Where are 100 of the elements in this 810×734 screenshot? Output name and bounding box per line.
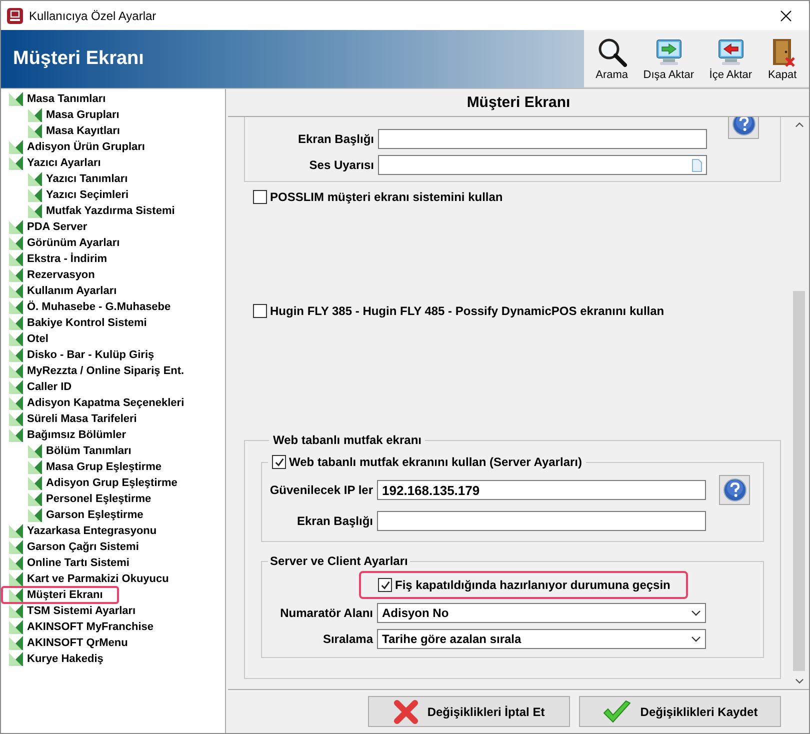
tree-item[interactable]: PDA Server	[1, 219, 221, 235]
triangle-icon	[9, 156, 23, 170]
field-label: Numaratör Alanı	[279, 606, 374, 620]
triangle-icon	[9, 428, 23, 442]
dropdown[interactable]: Tarihe göre azalan sırala	[377, 629, 706, 649]
triangle-icon	[9, 284, 23, 298]
tree-item[interactable]: Adisyon Grup Eşleştirme	[1, 475, 221, 491]
triangle-icon	[9, 556, 23, 570]
triangle-icon	[28, 204, 42, 218]
tree-item[interactable]: Masa Grupları	[1, 107, 221, 123]
tree-item[interactable]: Kullanım Ayarları	[1, 283, 221, 299]
triangle-icon	[9, 652, 23, 666]
tree-item[interactable]: Caller ID	[1, 379, 221, 395]
tree-item[interactable]: Ö. Muhasebe - G.Muhasebe	[1, 299, 221, 315]
triangle-icon	[9, 252, 23, 266]
triangle-icon	[9, 524, 23, 538]
window-title: Kullanıcıya Özel Ayarlar	[29, 8, 158, 22]
triangle-icon	[28, 124, 42, 138]
cross-icon	[393, 698, 420, 724]
cancel-button[interactable]: Değişiklikleri İptal Et	[368, 696, 570, 727]
help-button[interactable]	[719, 475, 750, 505]
app-icon	[7, 8, 23, 24]
toolbar-button[interactable]: İçe Aktar	[707, 34, 754, 82]
tree-item[interactable]: Rezervasyon	[1, 267, 221, 283]
triangle-icon	[9, 604, 23, 618]
monitor-arrow-icon	[716, 36, 746, 66]
tree-item[interactable]: Yazıcı Seçimleri	[1, 187, 221, 203]
tree-item[interactable]: Masa Kayıtları	[1, 123, 221, 139]
chevron-up-icon[interactable]	[794, 122, 804, 128]
tree-item[interactable]: Personel Eşleştirme	[1, 491, 221, 507]
tree-item[interactable]: Masa Tanımları	[1, 91, 221, 107]
tree-item[interactable]: AKINSOFT QrMenu	[1, 635, 221, 651]
triangle-icon	[28, 508, 42, 522]
tree-item[interactable]: Görünüm Ayarları	[1, 235, 221, 251]
tree-item[interactable]: Garson Eşleştirme	[1, 507, 221, 523]
field-label: Güvenilecek IP ler	[268, 483, 374, 497]
checkbox[interactable]	[378, 578, 392, 592]
input-field[interactable]: 192.168.135.179	[377, 480, 706, 500]
tree-item[interactable]: Kart ve Parmakizi Okuyucu	[1, 571, 221, 587]
chevron-down-icon	[691, 610, 701, 616]
chevron-down-icon[interactable]	[794, 678, 804, 684]
search-icon	[596, 36, 627, 66]
triangle-icon	[28, 188, 42, 202]
tree-item[interactable]: Garson Çağrı Sistemi	[1, 539, 221, 555]
toolbar-button[interactable]: Dışa Aktar	[641, 34, 696, 82]
tree-item[interactable]: Yazıcı Tanımları	[1, 171, 221, 187]
help-button[interactable]	[728, 117, 759, 139]
tree-item[interactable]: Otel	[1, 331, 221, 347]
toolbar-button[interactable]: Arama	[594, 34, 630, 82]
tree-item[interactable]: Bakiye Kontrol Sistemi	[1, 315, 221, 331]
checkbox[interactable]	[272, 455, 286, 469]
check-icon	[602, 698, 632, 724]
input-field[interactable]	[378, 155, 707, 175]
tree-item[interactable]: Bölüm Tanımları	[1, 443, 221, 459]
field-label: Ekran Başlığı	[296, 514, 374, 528]
tree-item[interactable]: Süreli Masa Tarifeleri	[1, 411, 221, 427]
dropdown[interactable]: Adisyon No	[377, 603, 706, 623]
triangle-icon	[28, 460, 42, 474]
tree-item[interactable]: Ekstra - İndirim	[1, 251, 221, 267]
tree-item[interactable]: Adisyon Ürün Grupları	[1, 139, 221, 155]
triangle-icon	[9, 268, 23, 282]
tree-item[interactable]: Kurye Hakediş	[1, 651, 221, 667]
tree-item[interactable]: Online Tartı Sistemi	[1, 555, 221, 571]
file-icon	[692, 158, 702, 172]
checkbox-label: Fiş kapatıldığında hazırlanıyor durumuna geçsin	[395, 578, 670, 592]
checkbox[interactable]	[253, 304, 267, 318]
checkbox-label: Web tabanlı mutfak ekranını kullan (Server Ayarları)	[289, 455, 582, 469]
triangle-icon	[9, 540, 23, 554]
toolbar-button[interactable]: Kapat	[765, 34, 800, 82]
tree-item[interactable]: Disko - Bar - Kulüp Giriş	[1, 347, 221, 363]
triangle-icon	[28, 108, 42, 122]
triangle-icon	[9, 332, 23, 346]
group-title: Web tabanlı mutfak ekranı	[273, 433, 422, 447]
tree-item[interactable]: Yazıcı Ayarları	[1, 155, 221, 171]
input-field[interactable]	[377, 511, 706, 531]
field-label: Ses Uyarısı	[308, 158, 375, 172]
triangle-icon	[28, 492, 42, 506]
tree-item[interactable]: Yazarkasa Entegrasyonu	[1, 523, 221, 539]
chevron-down-icon	[691, 636, 701, 642]
tree-item[interactable]: AKINSOFT MyFranchise	[1, 619, 221, 635]
triangle-icon	[9, 636, 23, 650]
input-field[interactable]	[378, 129, 707, 149]
tree-item[interactable]: TSM Sistemi Ayarları	[1, 603, 221, 619]
tree-item[interactable]: Adisyon Kapatma Seçenekleri	[1, 395, 221, 411]
triangle-icon	[9, 620, 23, 634]
triangle-icon	[28, 444, 42, 458]
field-label: Sıralama	[322, 632, 374, 646]
triangle-icon	[9, 364, 23, 378]
triangle-icon	[9, 572, 23, 586]
tree-item[interactable]: Masa Grup Eşleştirme	[1, 459, 221, 475]
save-button[interactable]: Değişiklikleri Kaydet	[579, 696, 781, 727]
checkbox[interactable]	[253, 190, 267, 204]
triangle-icon	[9, 380, 23, 394]
tree-item[interactable]: Bağımsız Bölümler	[1, 427, 221, 443]
tree-item[interactable]: Müşteri Ekranı	[1, 586, 119, 604]
checkbox-label: POSSLIM müşteri ekranı sistemini kullan	[270, 190, 503, 204]
triangle-icon	[9, 348, 23, 362]
tree-item[interactable]: Mutfak Yazdırma Sistemi	[1, 203, 221, 219]
triangle-icon	[28, 476, 42, 490]
tree-item[interactable]: MyRezzta / Online Sipariş Ent.	[1, 363, 221, 379]
